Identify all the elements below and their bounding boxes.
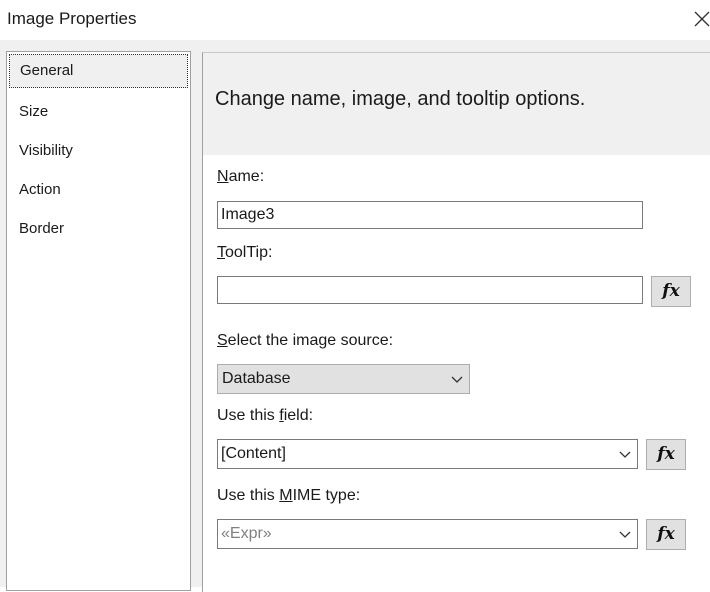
sidebar-item-label: Border bbox=[19, 220, 65, 237]
chevron-down-icon bbox=[619, 451, 631, 458]
sidebar-item-general[interactable]: General bbox=[9, 54, 188, 88]
mime-label-text: IME type: bbox=[292, 487, 361, 504]
sidebar: General Size Visibility Action Border bbox=[6, 51, 191, 591]
name-input[interactable] bbox=[217, 201, 643, 229]
fx-icon: fx bbox=[662, 281, 680, 301]
close-button[interactable] bbox=[690, 6, 710, 30]
sidebar-item-border[interactable]: Border bbox=[19, 220, 64, 237]
field-value: [Content] bbox=[221, 445, 286, 462]
chevron-down-icon bbox=[451, 376, 463, 383]
field-expression-button[interactable]: fx bbox=[646, 439, 686, 470]
sidebar-item-visibility[interactable]: Visibility bbox=[19, 142, 73, 159]
image-source-label: Select the image source: bbox=[217, 332, 393, 350]
name-label-accel: N bbox=[217, 168, 229, 185]
panel-header: Change name, image, and tooltip options. bbox=[203, 53, 710, 155]
name-label-text: ame: bbox=[228, 168, 265, 185]
mime-label: Use this MIME type: bbox=[217, 487, 360, 505]
name-label: Name: bbox=[217, 168, 264, 186]
sidebar-item-label: Visibility bbox=[19, 142, 73, 159]
mime-label-pre: Use this bbox=[217, 487, 280, 504]
mime-label-accel: M bbox=[279, 487, 293, 504]
image-source-select[interactable]: Database bbox=[217, 364, 470, 394]
image-source-label-accel: S bbox=[217, 332, 228, 349]
general-panel: Change name, image, and tooltip options.… bbox=[202, 52, 710, 592]
tooltip-input[interactable] bbox=[217, 276, 643, 304]
tooltip-label-text: oolTip: bbox=[225, 244, 273, 261]
field-label: Use this field: bbox=[217, 407, 313, 425]
field-label-pre: Use this bbox=[217, 407, 280, 424]
fx-icon: fx bbox=[657, 524, 675, 544]
title-bar: Image Properties bbox=[0, 0, 710, 40]
image-source-value: Database bbox=[222, 370, 291, 387]
close-icon bbox=[694, 11, 710, 27]
sidebar-item-action[interactable]: Action bbox=[19, 181, 61, 198]
mime-select[interactable]: «Expr» bbox=[217, 519, 638, 549]
chevron-down-icon bbox=[619, 531, 631, 538]
sidebar-item-size[interactable]: Size bbox=[19, 103, 48, 120]
tooltip-label-accel: T bbox=[217, 244, 225, 261]
mime-expression-button[interactable]: fx bbox=[646, 519, 686, 550]
panel-header-text: Change name, image, and tooltip options. bbox=[215, 88, 586, 110]
image-source-label-text: elect the image source: bbox=[227, 332, 394, 349]
fx-icon: fx bbox=[657, 444, 675, 464]
tooltip-label: ToolTip: bbox=[217, 244, 272, 262]
field-select[interactable]: [Content] bbox=[217, 439, 638, 469]
tooltip-expression-button[interactable]: fx bbox=[651, 276, 691, 307]
sidebar-item-label: Action bbox=[19, 181, 61, 198]
window-title: Image Properties bbox=[7, 9, 137, 28]
sidebar-item-label: General bbox=[20, 62, 74, 79]
sidebar-item-label: Size bbox=[19, 103, 49, 120]
mime-value: «Expr» bbox=[221, 525, 272, 542]
field-label-text: ield: bbox=[283, 407, 314, 424]
